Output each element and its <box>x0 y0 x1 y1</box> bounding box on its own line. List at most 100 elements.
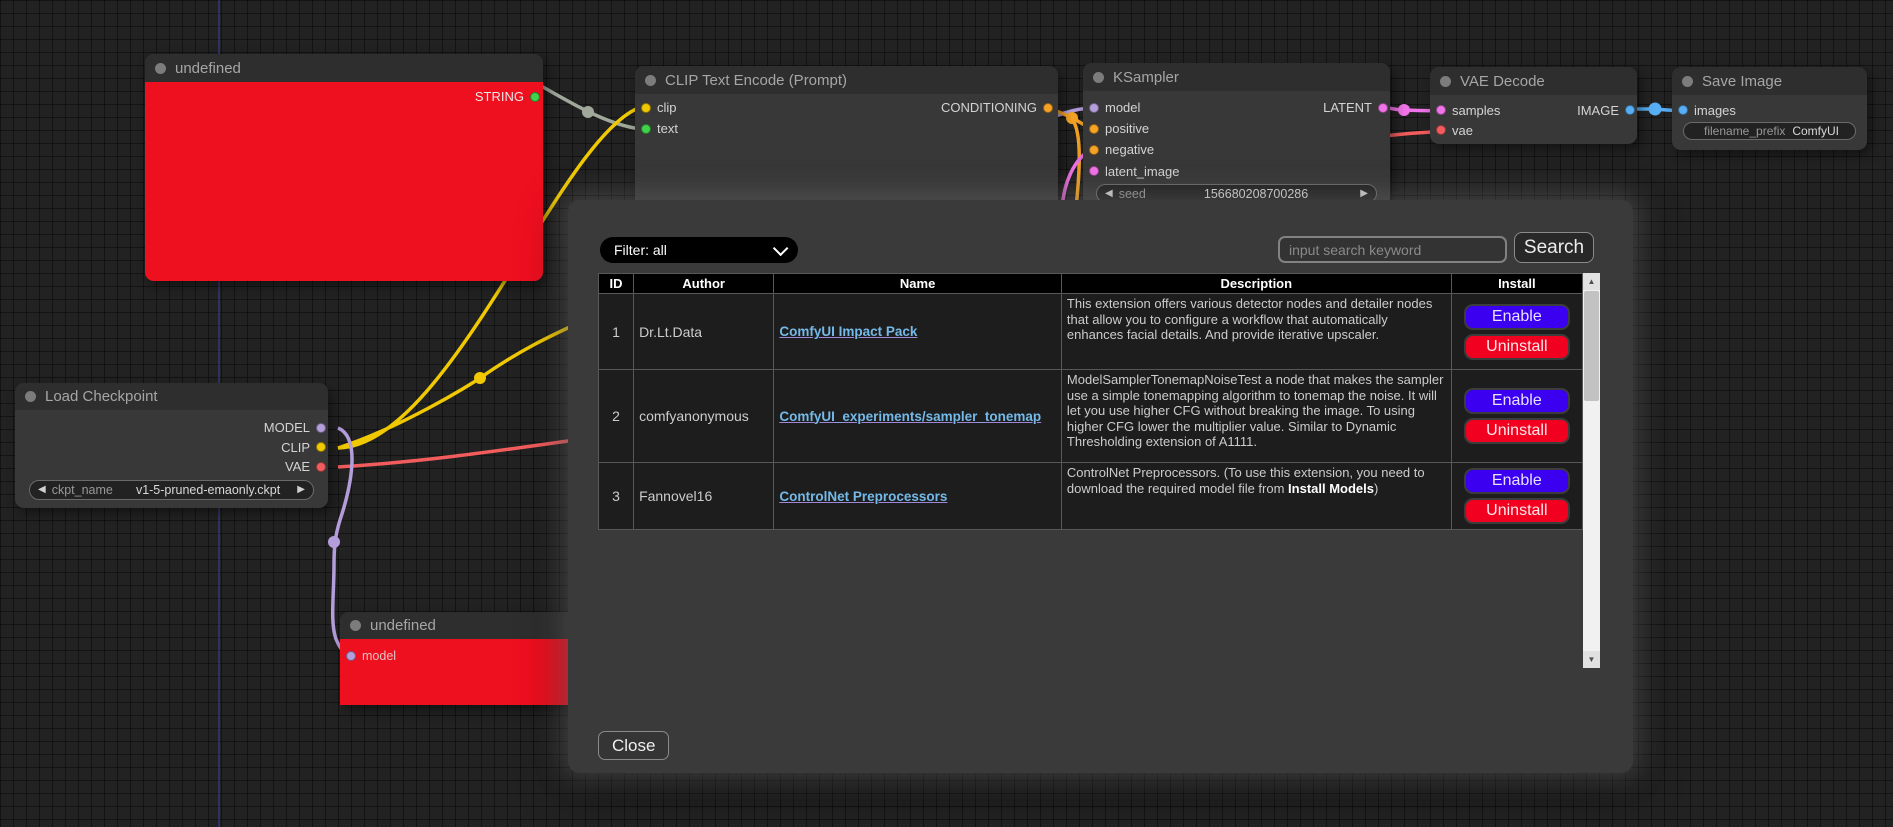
extension-link[interactable]: ComfyUI Impact Pack <box>779 324 917 339</box>
node-status-icon <box>155 63 166 74</box>
enable-button[interactable]: Enable <box>1464 304 1570 330</box>
output-slot-image[interactable]: IMAGE <box>1571 103 1633 118</box>
enable-button[interactable]: Enable <box>1464 388 1570 414</box>
input-slot-positive[interactable]: positive <box>1087 121 1155 136</box>
input-slot-negative[interactable]: negative <box>1087 142 1160 157</box>
node-ksampler-titlebar[interactable]: KSampler <box>1083 63 1390 91</box>
filter-select[interactable]: Filter: all <box>600 237 798 263</box>
node-clip-text-encode[interactable]: CLIP Text Encode (Prompt) clip CONDITION… <box>635 66 1058 211</box>
cell-description: ModelSamplerTonemapNoiseTest a node that… <box>1061 370 1451 463</box>
increment-arrow-icon[interactable]: ▶ <box>297 485 305 495</box>
table-row: 3 Fannovel16 ControlNet Preprocessors Co… <box>599 463 1583 530</box>
input-dot-positive[interactable] <box>1089 124 1099 134</box>
output-dot-clip[interactable] <box>316 442 326 452</box>
input-slot-model[interactable]: model <box>1087 100 1146 115</box>
node-status-icon <box>350 620 361 631</box>
input-dot-text[interactable] <box>641 124 651 134</box>
cell-install: Enable Uninstall <box>1451 370 1582 463</box>
increment-arrow-icon[interactable]: ▶ <box>1360 189 1368 199</box>
node-title: VAE Decode <box>1460 73 1545 90</box>
node-load-checkpoint-titlebar[interactable]: Load Checkpoint <box>15 383 328 410</box>
ckpt-name-widget[interactable]: ◀ ckpt_name v1-5-pruned-emaonly.ckpt ▶ <box>29 480 314 500</box>
node-title: Load Checkpoint <box>45 388 158 405</box>
input-slot-clip[interactable]: clip <box>639 100 683 115</box>
node-vae-titlebar[interactable]: VAE Decode <box>1430 67 1637 95</box>
filename-prefix-widget[interactable]: filename_prefix ComfyUI <box>1683 122 1856 140</box>
node-load-checkpoint[interactable]: Load Checkpoint MODEL CLIP VAE ◀ ckpt_na… <box>15 383 328 508</box>
input-slot-model[interactable]: model <box>344 649 402 663</box>
cell-install: Enable Uninstall <box>1451 463 1582 530</box>
node-title: KSampler <box>1113 69 1179 86</box>
cell-description: This extension offers various detector n… <box>1061 294 1451 370</box>
node-error-bottom-titlebar[interactable]: undefined <box>340 612 580 639</box>
input-dot-vae[interactable] <box>1436 125 1446 135</box>
extension-link[interactable]: ComfyUI_experiments/sampler_tonemap <box>779 409 1041 424</box>
node-ksampler[interactable]: KSampler model LATENT positive negative <box>1083 63 1390 206</box>
output-dot-model[interactable] <box>316 423 326 433</box>
search-button[interactable]: Search <box>1514 232 1594 263</box>
cell-author: Fannovel16 <box>634 463 774 530</box>
input-dot-model[interactable] <box>1089 103 1099 113</box>
output-dot-vae[interactable] <box>316 462 326 472</box>
chevron-down-icon <box>773 240 789 256</box>
extension-link[interactable]: ControlNet Preprocessors <box>779 489 947 504</box>
scroll-up-icon[interactable]: ▲ <box>1583 273 1600 290</box>
node-error-top[interactable]: undefined STRING <box>145 54 543 281</box>
output-slot-model[interactable]: MODEL <box>258 420 324 435</box>
comfyui-canvas: { "canvas": { "nodes": { "error_top": { … <box>0 0 1893 827</box>
input-dot-latent-image[interactable] <box>1089 166 1099 176</box>
output-slot-latent[interactable]: LATENT <box>1317 100 1386 115</box>
input-slot-latent-image[interactable]: latent_image <box>1087 164 1185 179</box>
table-header-row: ID Author Name Description Install <box>599 274 1583 294</box>
output-dot-image[interactable] <box>1625 105 1635 115</box>
output-slot-conditioning[interactable]: CONDITIONING <box>935 100 1054 115</box>
table-scrollbar[interactable]: ▲ ▼ <box>1583 273 1600 668</box>
search-input[interactable] <box>1278 236 1507 263</box>
input-dot-model[interactable] <box>346 651 356 661</box>
cell-description: ControlNet Preprocessors. (To use this e… <box>1061 463 1451 530</box>
input-dot-clip[interactable] <box>641 103 651 113</box>
header-author: Author <box>634 274 774 294</box>
scrollbar-thumb[interactable] <box>1584 291 1599 401</box>
table-row: 1 Dr.Lt.Data ComfyUI Impact Pack This ex… <box>599 294 1583 370</box>
decrement-arrow-icon[interactable]: ◀ <box>38 485 46 495</box>
output-dot-string[interactable] <box>530 92 540 102</box>
table-row: 2 comfyanonymous ComfyUI_experiments/sam… <box>599 370 1583 463</box>
input-slot-text[interactable]: text <box>639 121 684 136</box>
cell-author: Dr.Lt.Data <box>634 294 774 370</box>
node-error-bottom[interactable]: undefined model <box>340 612 580 705</box>
cell-id: 3 <box>599 463 634 530</box>
node-save-image[interactable]: Save Image images filename_prefix ComfyU… <box>1672 67 1867 150</box>
output-dot-latent[interactable] <box>1378 103 1388 113</box>
input-dot-images[interactable] <box>1678 105 1688 115</box>
node-title: Save Image <box>1702 73 1782 90</box>
decrement-arrow-icon[interactable]: ◀ <box>1105 189 1113 199</box>
node-vae-decode[interactable]: VAE Decode samples IMAGE vae <box>1430 67 1637 144</box>
input-slot-vae[interactable]: vae <box>1434 123 1479 138</box>
output-slot-clip[interactable]: CLIP <box>275 440 324 455</box>
header-description: Description <box>1061 274 1451 294</box>
node-save-image-titlebar[interactable]: Save Image <box>1672 67 1867 95</box>
node-clip-titlebar[interactable]: CLIP Text Encode (Prompt) <box>635 66 1058 94</box>
node-error-top-titlebar[interactable]: undefined <box>145 54 543 82</box>
header-name: Name <box>774 274 1062 294</box>
cell-name: ComfyUI Impact Pack <box>774 294 1062 370</box>
node-status-icon <box>645 75 656 86</box>
input-slot-images[interactable]: images <box>1676 103 1742 118</box>
output-slot-vae[interactable]: VAE <box>279 459 324 474</box>
node-status-icon <box>25 391 36 402</box>
node-title: CLIP Text Encode (Prompt) <box>665 72 847 89</box>
cell-author: comfyanonymous <box>634 370 774 463</box>
input-slot-samples[interactable]: samples <box>1434 103 1506 118</box>
scroll-down-icon[interactable]: ▼ <box>1583 651 1600 668</box>
output-dot-conditioning[interactable] <box>1043 103 1053 113</box>
output-slot-string[interactable]: STRING <box>469 89 539 104</box>
input-dot-negative[interactable] <box>1089 145 1099 155</box>
uninstall-button[interactable]: Uninstall <box>1464 498 1570 524</box>
input-dot-samples[interactable] <box>1436 105 1446 115</box>
cell-install: Enable Uninstall <box>1451 294 1582 370</box>
enable-button[interactable]: Enable <box>1464 468 1570 494</box>
uninstall-button[interactable]: Uninstall <box>1464 334 1570 360</box>
close-button[interactable]: Close <box>598 731 669 760</box>
uninstall-button[interactable]: Uninstall <box>1464 418 1570 444</box>
